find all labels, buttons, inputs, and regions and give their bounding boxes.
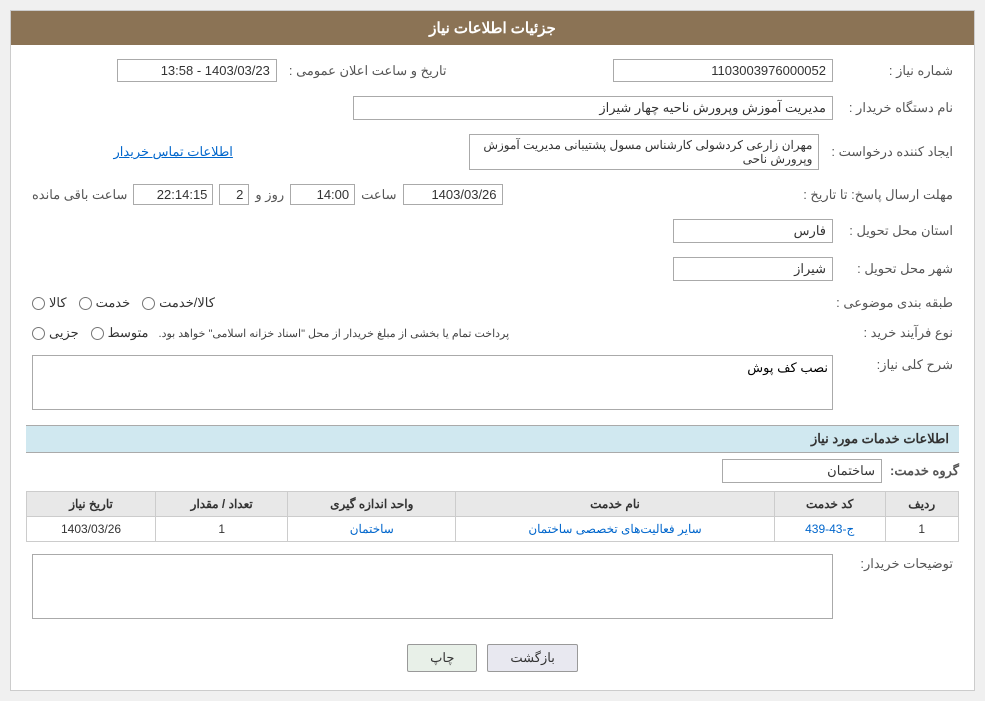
- cell-row-num: 1: [885, 517, 958, 542]
- purchase-type-medium-radio[interactable]: [91, 327, 104, 340]
- need-number-label: شماره نیاز :: [839, 55, 959, 86]
- purchase-type-label: نوع فرآیند خرید :: [839, 321, 959, 345]
- requester-value: مهران زارعی کردشولی کارشناس مسول پشتیبان…: [469, 134, 819, 170]
- cell-quantity: 1: [156, 517, 288, 542]
- need-number-value: 1103003976000052: [613, 59, 833, 82]
- province-value: فارس: [673, 219, 833, 243]
- cell-service-name: سایر فعالیت‌های تخصصی ساختمان: [456, 517, 775, 542]
- services-section-header: اطلاعات خدمات مورد نیاز: [26, 425, 959, 453]
- col-quantity: تعداد / مقدار: [156, 492, 288, 517]
- table-row: 1 ج-43-439 سایر فعالیت‌های تخصصی ساختمان…: [27, 517, 959, 542]
- deadline-days-label: روز و: [255, 187, 284, 203]
- cell-need-date: 1403/03/26: [27, 517, 156, 542]
- buyer-org-value: مدیریت آموزش وپرورش ناحیه چهار شیراز: [353, 96, 833, 120]
- cell-measurement-unit: ساختمان: [288, 517, 456, 542]
- deadline-date: 1403/03/26: [403, 184, 503, 205]
- col-need-date: تاریخ نیاز: [27, 492, 156, 517]
- button-row: بازگشت چاپ: [26, 632, 959, 680]
- purchase-type-small-label: جزیی: [49, 325, 79, 341]
- contact-link[interactable]: اطلاعات تماس خریدار: [114, 144, 233, 159]
- purchase-type-medium-label: متوسط: [108, 325, 149, 341]
- city-value: شیراز: [673, 257, 833, 281]
- purchase-type-medium[interactable]: متوسط: [91, 325, 149, 341]
- category-khidmat[interactable]: خدمت: [79, 295, 131, 311]
- services-table: ردیف کد خدمت نام خدمت واحد اندازه گیری ت…: [26, 491, 959, 542]
- deadline-time: 14:00: [290, 184, 355, 205]
- need-description-label: شرح کلی نیاز:: [839, 351, 959, 417]
- print-button[interactable]: چاپ: [407, 644, 477, 672]
- buyer-notes-textarea[interactable]: [32, 554, 833, 619]
- category-kala-label: کالا: [49, 295, 67, 311]
- category-kala-khidmat[interactable]: کالا/خدمت: [142, 295, 215, 311]
- requester-label: ایجاد کننده درخواست :: [825, 130, 959, 174]
- announcement-label: تاریخ و ساعت اعلان عمومی :: [283, 55, 453, 86]
- category-kala-radio[interactable]: [32, 297, 45, 310]
- city-label: شهر محل تحویل :: [839, 253, 959, 285]
- category-label: طبقه بندی موضوعی :: [830, 291, 959, 315]
- category-khidmat-radio[interactable]: [79, 297, 92, 310]
- category-kala-khidmat-radio[interactable]: [142, 297, 155, 310]
- col-service-code: کد خدمت: [774, 492, 885, 517]
- buyer-notes-label: توضیحات خریدار:: [839, 550, 959, 626]
- service-group-value: ساختمان: [722, 459, 882, 483]
- col-measurement-unit: واحد اندازه گیری: [288, 492, 456, 517]
- service-group-label: گروه خدمت:: [890, 463, 959, 479]
- deadline-remaining-time: 22:14:15: [133, 184, 213, 205]
- deadline-days: 2: [219, 184, 249, 205]
- buyer-org-label: نام دستگاه خریدار :: [839, 92, 959, 124]
- category-kala-khidmat-label: کالا/خدمت: [159, 295, 215, 311]
- col-service-name: نام خدمت: [456, 492, 775, 517]
- deadline-time-label: ساعت: [361, 187, 396, 203]
- back-button[interactable]: بازگشت: [487, 644, 577, 672]
- deadline-remaining-label: ساعت باقی مانده: [32, 187, 127, 203]
- cell-service-code: ج-43-439: [774, 517, 885, 542]
- category-kala[interactable]: کالا: [32, 295, 67, 311]
- announcement-value: 1403/03/23 - 13:58: [117, 59, 277, 82]
- need-description-textarea[interactable]: [32, 355, 833, 410]
- category-khidmat-label: خدمت: [96, 295, 131, 311]
- col-row-num: ردیف: [885, 492, 958, 517]
- page-header: جزئیات اطلاعات نیاز: [11, 11, 974, 45]
- purchase-type-small[interactable]: جزیی: [32, 325, 79, 341]
- purchase-type-small-radio[interactable]: [32, 327, 45, 340]
- response-deadline-label: مهلت ارسال پاسخ: تا تاریخ :: [797, 180, 959, 209]
- province-label: استان محل تحویل :: [839, 215, 959, 247]
- purchase-type-note: پرداخت تمام یا بخشی از مبلغ خریدار از مح…: [159, 327, 510, 340]
